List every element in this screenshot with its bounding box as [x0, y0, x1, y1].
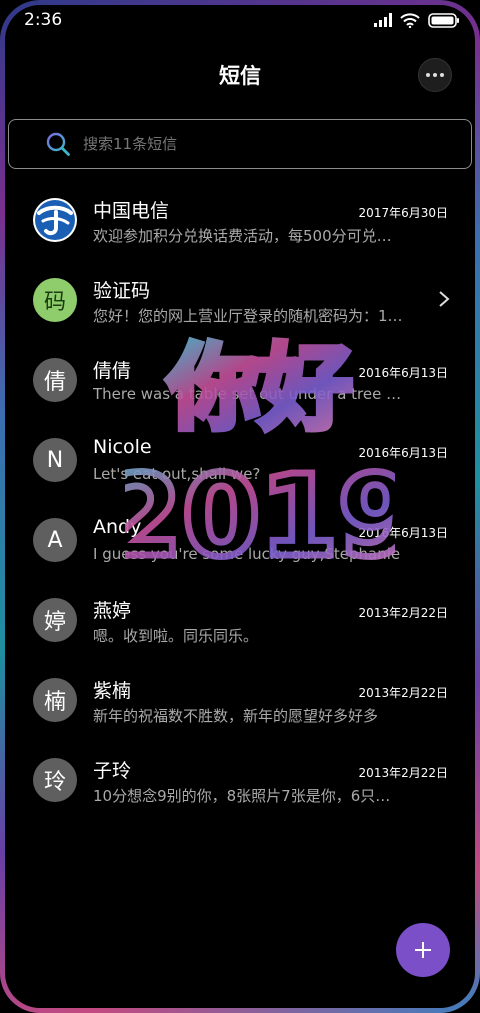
status-bar: 2:36: [0, 0, 480, 40]
more-dot-icon: [426, 73, 430, 77]
contact-name: 倩倩: [93, 360, 132, 382]
contact-name: 子玲: [93, 760, 132, 782]
conversation-item[interactable]: A Andy 2016年6月13日 I guess you're some lu…: [0, 500, 480, 580]
message-preview: 新年的祝福数不胜数，新年的愿望好多好多: [93, 707, 379, 725]
avatar: N: [33, 438, 77, 482]
message-preview: 欢迎参加积分兑换话费活动，每500分可兑换话费: [93, 227, 403, 245]
contact-name: 紫楠: [93, 680, 132, 702]
conversation-item[interactable]: N Nicole 2016年6月13日 Let's eat out,shall …: [0, 420, 480, 500]
page-title: 短信: [219, 64, 261, 88]
more-dot-icon: [440, 73, 444, 77]
message-preview: 嗯。收到啦。同乐同乐。: [93, 627, 259, 645]
title-bar: 短信: [0, 52, 480, 98]
new-message-button[interactable]: [396, 923, 450, 977]
avatar: 倩: [33, 358, 77, 402]
avatar: 婷: [33, 598, 77, 642]
message-preview: Let's eat out,shall we?: [93, 465, 261, 483]
message-date: 2016年6月13日: [358, 366, 448, 380]
message-date: 2013年2月22日: [358, 766, 448, 780]
avatar: 码: [33, 278, 77, 322]
search-icon: [46, 132, 70, 156]
search-bar[interactable]: [8, 119, 472, 169]
conversation-item[interactable]: 玲 子玲 2013年2月22日 10分想念9别的你，8张照片7张是你，6只小猫: [0, 740, 480, 820]
chevron-right-icon: [439, 291, 450, 307]
avatar: [33, 198, 77, 242]
message-date: 2016年6月13日: [358, 446, 448, 460]
more-dot-icon: [433, 73, 437, 77]
message-preview: 10分想念9别的你，8张照片7张是你，6只小猫: [93, 787, 403, 805]
battery-icon: [428, 12, 459, 28]
status-icons: [374, 12, 460, 28]
message-date: 2013年2月22日: [358, 686, 448, 700]
conversation-item[interactable]: 倩 倩倩 2016年6月13日 There was a table set ou…: [0, 340, 480, 420]
avatar: A: [33, 518, 77, 562]
message-preview: I guess you're some lucky guy,Stephanie: [93, 545, 401, 563]
wifi-icon: [400, 12, 420, 28]
contact-name: 燕婷: [93, 600, 132, 622]
signal-icon: [374, 13, 392, 27]
message-date: 2017年6月30日: [358, 206, 448, 220]
message-preview: 您好！您的网上营业厅登录的随机密码为：123456: [93, 307, 403, 325]
contact-name: Andy: [93, 516, 142, 538]
contact-name: 中国电信: [93, 200, 170, 222]
contact-name: Nicole: [93, 436, 152, 458]
plus-icon: [415, 942, 431, 958]
conversation-list: 中国电信 2017年6月30日 欢迎参加积分兑换话费活动，每500分可兑换话费 …: [0, 180, 480, 820]
china-telecom-logo-icon: [35, 200, 75, 240]
message-date: 2013年2月22日: [358, 606, 448, 620]
status-time: 2:36: [24, 10, 63, 30]
search-input[interactable]: [81, 134, 471, 154]
message-preview: There was a table set out under a tree i…: [93, 385, 403, 403]
avatar: 玲: [33, 758, 77, 802]
conversation-item[interactable]: 婷 燕婷 2013年2月22日 嗯。收到啦。同乐同乐。: [0, 580, 480, 660]
conversation-item[interactable]: 楠 紫楠 2013年2月22日 新年的祝福数不胜数，新年的愿望好多好多: [0, 660, 480, 740]
more-options-button[interactable]: [418, 58, 452, 92]
conversation-item[interactable]: 码 验证码 您好！您的网上营业厅登录的随机密码为：123456: [0, 260, 480, 340]
avatar: 楠: [33, 678, 77, 722]
conversation-item[interactable]: 中国电信 2017年6月30日 欢迎参加积分兑换话费活动，每500分可兑换话费: [0, 180, 480, 260]
contact-name: 验证码: [93, 280, 151, 302]
message-date: 2016年6月13日: [358, 526, 448, 540]
